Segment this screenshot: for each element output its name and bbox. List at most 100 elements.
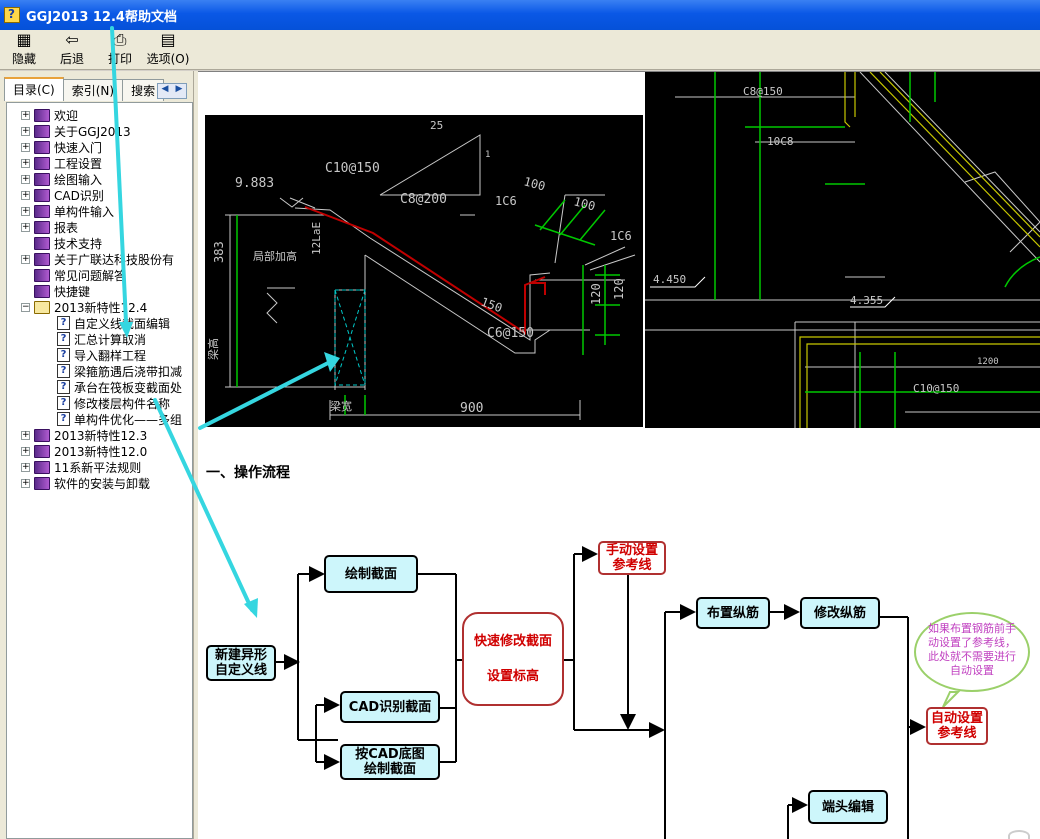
book-icon — [34, 428, 50, 442]
tree-item[interactable]: + 绘图输入 — [21, 171, 102, 187]
expand-icon[interactable]: + — [21, 190, 30, 200]
tree-item-label: 关于广联达科技股份有 — [54, 252, 175, 267]
scroll-left-icon[interactable]: ◀ — [158, 84, 172, 98]
expand-icon[interactable]: + — [21, 222, 30, 232]
expand-icon[interactable]: + — [21, 142, 30, 152]
tree-item[interactable]: ? 汇总计算取消 — [57, 331, 146, 347]
nav-tabs: 目录(C) 索引(N) 搜索 — [4, 77, 165, 101]
book-icon — [34, 124, 50, 138]
content-pane: 25 1 9.883 C10@150 C8@200 1C6 100 100 1C… — [198, 71, 1040, 839]
toolbar: ▦ 隐藏 ⇦ 后退 ⎙ 打印 ▤ 选项(O) — [0, 30, 1040, 70]
hide-icon: ▦ — [16, 30, 32, 49]
flow-manual-reference-line: 手动设置 参考线 — [598, 541, 666, 575]
book-icon — [34, 268, 50, 282]
flow-new-custom-line: 新建异形 自定义线 — [206, 645, 276, 681]
expand-icon[interactable]: + — [21, 478, 30, 488]
tree-item[interactable]: + 快速入门 — [21, 139, 102, 155]
tab-index[interactable]: 索引(N) — [62, 79, 124, 101]
flow-auto-reference-line: 自动设置 参考线 — [926, 707, 988, 745]
tree-item[interactable]: 常见问题解答 — [21, 267, 126, 283]
tree-item-label: 绘图输入 — [54, 172, 103, 187]
help-page-icon: ? — [57, 332, 70, 346]
tree-item[interactable]: +2013新特性12.3 — [21, 427, 147, 443]
tree-item[interactable]: ? 单构件优化——多组 — [57, 411, 182, 427]
tree-item-label: 单构件优化——多组 — [74, 412, 183, 427]
back-arrow-icon: ⇦ — [65, 30, 79, 49]
tree-item-label: 2013新特性12.0 — [54, 444, 148, 459]
tree-item-label: 报表 — [54, 220, 79, 235]
tree-item[interactable]: − 2013新特性12.4 — [21, 299, 147, 315]
expand-icon[interactable]: + — [21, 206, 30, 216]
tree-item-label: 11系新平法规则 — [54, 460, 142, 475]
help-page-icon: ? — [57, 348, 70, 362]
tree-item[interactable]: + 报表 — [21, 219, 78, 235]
tree-item[interactable]: + 关于广联达科技股份有 — [21, 251, 174, 267]
tree-item[interactable]: + 软件的安装与卸载 — [21, 475, 150, 491]
expand-icon[interactable]: + — [21, 110, 30, 120]
tree-item[interactable]: ? 导入翻样工程 — [57, 347, 146, 363]
flowchart-connectors — [275, 546, 961, 839]
tree-item[interactable]: 技术支持 — [21, 235, 102, 251]
help-page-icon: ? — [57, 364, 70, 378]
expand-icon[interactable]: + — [21, 174, 30, 184]
tree-item-label: 快速入门 — [54, 140, 103, 155]
book-icon — [34, 444, 50, 458]
navigation-pane: 目录(C) 索引(N) 搜索 ◀ ▶ + 欢迎 + 关于GGJ2013 + 快速入门 + 工程… — [0, 71, 197, 839]
expand-icon[interactable]: + — [21, 254, 30, 264]
tree-item[interactable]: + 关于GGJ2013 — [21, 123, 131, 139]
tree-item[interactable]: + 工程设置 — [21, 155, 102, 171]
book-icon — [34, 284, 50, 298]
print-button[interactable]: ⎙ 打印 — [96, 30, 144, 70]
tree-item-label: 欢迎 — [54, 108, 79, 123]
options-button[interactable]: ▤ 选项(O) — [144, 30, 192, 70]
tree-item-label: 工程设置 — [54, 156, 103, 171]
book-icon — [34, 220, 50, 234]
flow-place-rebar: 布置纵筋 — [696, 597, 770, 629]
flow-draw-section: 绘制截面 — [324, 555, 418, 593]
hide-button[interactable]: ▦ 隐藏 — [0, 30, 48, 70]
help-page-icon: ? — [57, 316, 70, 330]
book-icon — [34, 156, 50, 170]
tree-item-label: 技术支持 — [54, 236, 103, 251]
tab-contents[interactable]: 目录(C) — [4, 77, 64, 101]
tree-item[interactable]: + 欢迎 — [21, 107, 78, 123]
flow-quick-modify-group: 快速修改截面 设置标高 — [462, 612, 564, 706]
partial-icon — [1008, 830, 1030, 839]
tree-item[interactable]: ? 梁箍筋遇后浇带扣减 — [57, 363, 182, 379]
tree-item-label: 2013新特性12.3 — [54, 428, 148, 443]
expand-icon[interactable]: + — [21, 462, 30, 472]
book-icon — [34, 108, 50, 122]
tree-item[interactable]: ? 自定义线截面编辑 — [57, 315, 170, 331]
back-button[interactable]: ⇦ 后退 — [48, 30, 96, 70]
book-icon — [34, 460, 50, 474]
title-bar: GGJ2013 12.4帮助文档 — [0, 0, 1040, 30]
book-icon — [34, 236, 50, 250]
expand-icon[interactable]: + — [21, 158, 30, 168]
tree-item-label: 常见问题解答 — [54, 268, 127, 283]
tree-item[interactable]: 快捷键 — [21, 283, 90, 299]
tree-item-label: 承台在筏板变截面处 — [74, 380, 183, 395]
tree-item[interactable]: ? 承台在筏板变截面处 — [57, 379, 182, 395]
tree-item[interactable]: + CAD识别 — [21, 187, 104, 203]
book-icon — [34, 476, 50, 490]
tree-item-label: 修改楼层构件名称 — [74, 396, 171, 411]
scroll-right-icon[interactable]: ▶ — [172, 84, 186, 98]
expand-icon[interactable]: + — [21, 126, 30, 136]
expand-icon[interactable]: + — [21, 446, 30, 456]
tab-scroll-buttons[interactable]: ◀ ▶ — [157, 83, 187, 99]
collapse-icon[interactable]: − — [21, 302, 30, 312]
help-page-icon: ? — [57, 412, 70, 426]
tree-item[interactable]: ? 修改楼层构件名称 — [57, 395, 170, 411]
flow-quick-modify-section: 快速修改截面 — [473, 634, 552, 649]
tree-item[interactable]: +2013新特性12.0 — [21, 443, 147, 459]
tree-item-label: 单构件输入 — [54, 204, 115, 219]
tree-item-label: CAD识别 — [54, 188, 104, 203]
tree-item[interactable]: + 单构件输入 — [21, 203, 114, 219]
tree-item[interactable]: +11系新平法规则 — [21, 459, 141, 475]
flow-end-edit: 端头编辑 — [808, 790, 888, 824]
flow-cad-draw-section: 按CAD底图 绘制截面 — [340, 744, 440, 780]
book-icon — [34, 188, 50, 202]
expand-icon[interactable]: + — [21, 430, 30, 440]
flow-set-elevation: 设置标高 — [486, 669, 539, 684]
help-page-icon: ? — [57, 396, 70, 410]
